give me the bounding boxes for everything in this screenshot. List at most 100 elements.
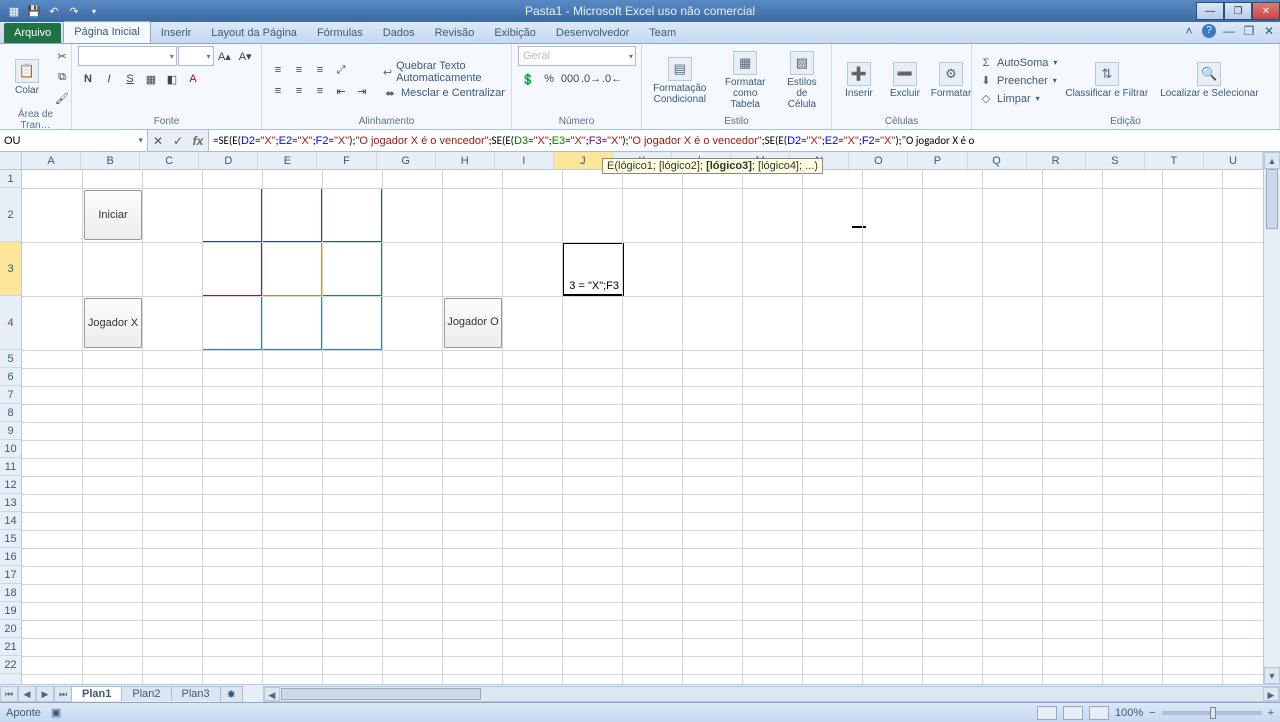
col-header-Q[interactable]: Q bbox=[968, 152, 1027, 169]
tab-review[interactable]: Revisão bbox=[425, 23, 485, 43]
cells-area[interactable]: Iniciar Jogador X Jogador O 3 = "X";F3 E… bbox=[22, 170, 1263, 684]
row-header-18[interactable]: 18 bbox=[0, 584, 21, 602]
paste-button[interactable]: 📋Colar bbox=[6, 57, 48, 98]
horizontal-scrollbar[interactable]: ◀ ▶ bbox=[263, 686, 1280, 702]
tab-team[interactable]: Team bbox=[639, 23, 686, 43]
row-header-5[interactable]: 5 bbox=[0, 350, 21, 368]
fx-icon[interactable]: fx bbox=[188, 134, 208, 148]
vscroll-thumb[interactable] bbox=[1266, 169, 1278, 229]
align-top-icon[interactable]: ≡ bbox=[268, 60, 288, 80]
view-page-layout-icon[interactable] bbox=[1063, 706, 1083, 720]
row-header-2[interactable]: 2 bbox=[0, 188, 21, 242]
cell-styles-button[interactable]: ▨Estilos de Célula bbox=[779, 49, 825, 112]
row-header-15[interactable]: 15 bbox=[0, 530, 21, 548]
number-format-combo[interactable]: Geral bbox=[518, 46, 636, 66]
grow-font-icon[interactable]: A▴ bbox=[215, 46, 235, 66]
indent-increase-icon[interactable]: ⇥ bbox=[352, 81, 372, 101]
shrink-font-icon[interactable]: A▾ bbox=[235, 46, 255, 66]
workbook-minimize-icon[interactable]: — bbox=[1222, 24, 1236, 38]
active-edit-cell[interactable]: 3 = "X";F3 bbox=[562, 242, 624, 296]
sort-filter-button[interactable]: ⇅Classificar e Filtrar bbox=[1061, 60, 1152, 101]
row-header-17[interactable]: 17 bbox=[0, 566, 21, 584]
tab-formulas[interactable]: Fórmulas bbox=[307, 23, 373, 43]
scroll-right-icon[interactable]: ▶ bbox=[1263, 687, 1279, 701]
tab-view[interactable]: Exibição bbox=[484, 23, 546, 43]
orientation-icon[interactable]: ⤢ bbox=[331, 60, 351, 80]
sheet-nav-first-icon[interactable]: ⏮ bbox=[0, 686, 18, 702]
col-header-D[interactable]: D bbox=[199, 152, 258, 169]
indent-decrease-icon[interactable]: ⇤ bbox=[331, 81, 351, 101]
tab-developer[interactable]: Desenvolvedor bbox=[546, 23, 639, 43]
thousands-icon[interactable]: 000 bbox=[560, 69, 580, 89]
col-header-O[interactable]: O bbox=[849, 152, 908, 169]
delete-cells-button[interactable]: ➖Excluir bbox=[884, 60, 926, 101]
col-header-C[interactable]: C bbox=[140, 152, 199, 169]
copy-icon[interactable]: ⧉ bbox=[52, 67, 72, 87]
name-box[interactable]: OU bbox=[0, 130, 148, 151]
fill-color-icon[interactable]: ◧ bbox=[162, 69, 182, 89]
vertical-scrollbar[interactable]: ▲ ▼ bbox=[1263, 152, 1280, 684]
row-header-22[interactable]: 22 bbox=[0, 656, 21, 674]
save-icon[interactable]: 💾 bbox=[26, 3, 42, 19]
tab-insert[interactable]: Inserir bbox=[151, 23, 202, 43]
currency-icon[interactable]: 💲 bbox=[518, 69, 538, 89]
row-header-10[interactable]: 10 bbox=[0, 440, 21, 458]
file-tab[interactable]: Arquivo bbox=[4, 23, 61, 43]
col-header-H[interactable]: H bbox=[436, 152, 495, 169]
macro-record-icon[interactable]: ▣ bbox=[51, 706, 61, 719]
col-header-E[interactable]: E bbox=[258, 152, 317, 169]
hscroll-thumb[interactable] bbox=[281, 688, 481, 700]
format-painter-icon[interactable]: 🖌 bbox=[52, 88, 72, 108]
sheet-tab-3[interactable]: Plan3 bbox=[171, 686, 221, 701]
conditional-formatting-button[interactable]: ▤Formatação Condicional bbox=[648, 55, 712, 107]
redo-icon[interactable]: ↷ bbox=[66, 3, 82, 19]
align-bottom-icon[interactable]: ≡ bbox=[310, 60, 330, 80]
sheet-nav-prev-icon[interactable]: ◀ bbox=[18, 686, 36, 702]
cut-icon[interactable]: ✂ bbox=[52, 46, 72, 66]
col-header-A[interactable]: A bbox=[22, 152, 81, 169]
align-middle-icon[interactable]: ≡ bbox=[289, 60, 309, 80]
row-header-3[interactable]: 3 bbox=[0, 242, 21, 296]
merge-center-button[interactable]: ⬌Mesclar e Centralizar bbox=[382, 85, 505, 101]
font-size-combo[interactable] bbox=[178, 46, 214, 66]
row-header-4[interactable]: 4 bbox=[0, 296, 21, 350]
tab-data[interactable]: Dados bbox=[373, 23, 425, 43]
minimize-button[interactable]: — bbox=[1196, 2, 1224, 20]
scroll-left-icon[interactable]: ◀ bbox=[264, 687, 280, 701]
row-header-16[interactable]: 16 bbox=[0, 548, 21, 566]
zoom-in-icon[interactable]: + bbox=[1268, 707, 1274, 719]
col-header-F[interactable]: F bbox=[317, 152, 376, 169]
new-sheet-button[interactable]: ✸ bbox=[220, 686, 243, 702]
wrap-text-button[interactable]: ↩Quebrar Texto Automaticamente bbox=[382, 60, 505, 84]
view-page-break-icon[interactable] bbox=[1089, 706, 1109, 720]
row-header-1[interactable]: 1 bbox=[0, 170, 21, 188]
align-center-icon[interactable]: ≡ bbox=[289, 81, 309, 101]
minimize-ribbon-icon[interactable]: ˄ bbox=[1182, 24, 1196, 38]
maximize-button[interactable]: ❐ bbox=[1224, 2, 1252, 20]
jogador-x-button[interactable]: Jogador X bbox=[84, 298, 142, 348]
zoom-slider[interactable] bbox=[1162, 711, 1262, 715]
italic-icon[interactable]: I bbox=[99, 69, 119, 89]
scroll-up-icon[interactable]: ▲ bbox=[1264, 152, 1280, 169]
underline-icon[interactable]: S bbox=[120, 69, 140, 89]
row-header-19[interactable]: 19 bbox=[0, 602, 21, 620]
col-header-U[interactable]: U bbox=[1204, 152, 1263, 169]
row-header-14[interactable]: 14 bbox=[0, 512, 21, 530]
clear-button[interactable]: ◇Limpar▾ bbox=[978, 91, 1057, 107]
col-header-P[interactable]: P bbox=[908, 152, 967, 169]
row-header-20[interactable]: 20 bbox=[0, 620, 21, 638]
select-all-corner[interactable] bbox=[0, 152, 22, 170]
scroll-down-icon[interactable]: ▼ bbox=[1264, 667, 1280, 684]
col-header-R[interactable]: R bbox=[1027, 152, 1086, 169]
enter-edit-icon[interactable]: ✓ bbox=[168, 134, 188, 148]
font-name-combo[interactable] bbox=[78, 46, 177, 66]
col-header-T[interactable]: T bbox=[1145, 152, 1204, 169]
format-as-table-button[interactable]: ▦Formatar como Tabela bbox=[716, 49, 775, 112]
zoom-out-icon[interactable]: − bbox=[1149, 707, 1155, 719]
workbook-close-icon[interactable]: ✕ bbox=[1262, 24, 1276, 38]
format-cells-button[interactable]: ⚙Formatar bbox=[930, 60, 972, 101]
undo-icon[interactable]: ↶ bbox=[46, 3, 62, 19]
qat-customize-icon[interactable]: ▾ bbox=[86, 3, 102, 19]
tab-home[interactable]: Página Inicial bbox=[63, 21, 150, 43]
find-select-button[interactable]: 🔍Localizar e Selecionar bbox=[1156, 60, 1262, 101]
